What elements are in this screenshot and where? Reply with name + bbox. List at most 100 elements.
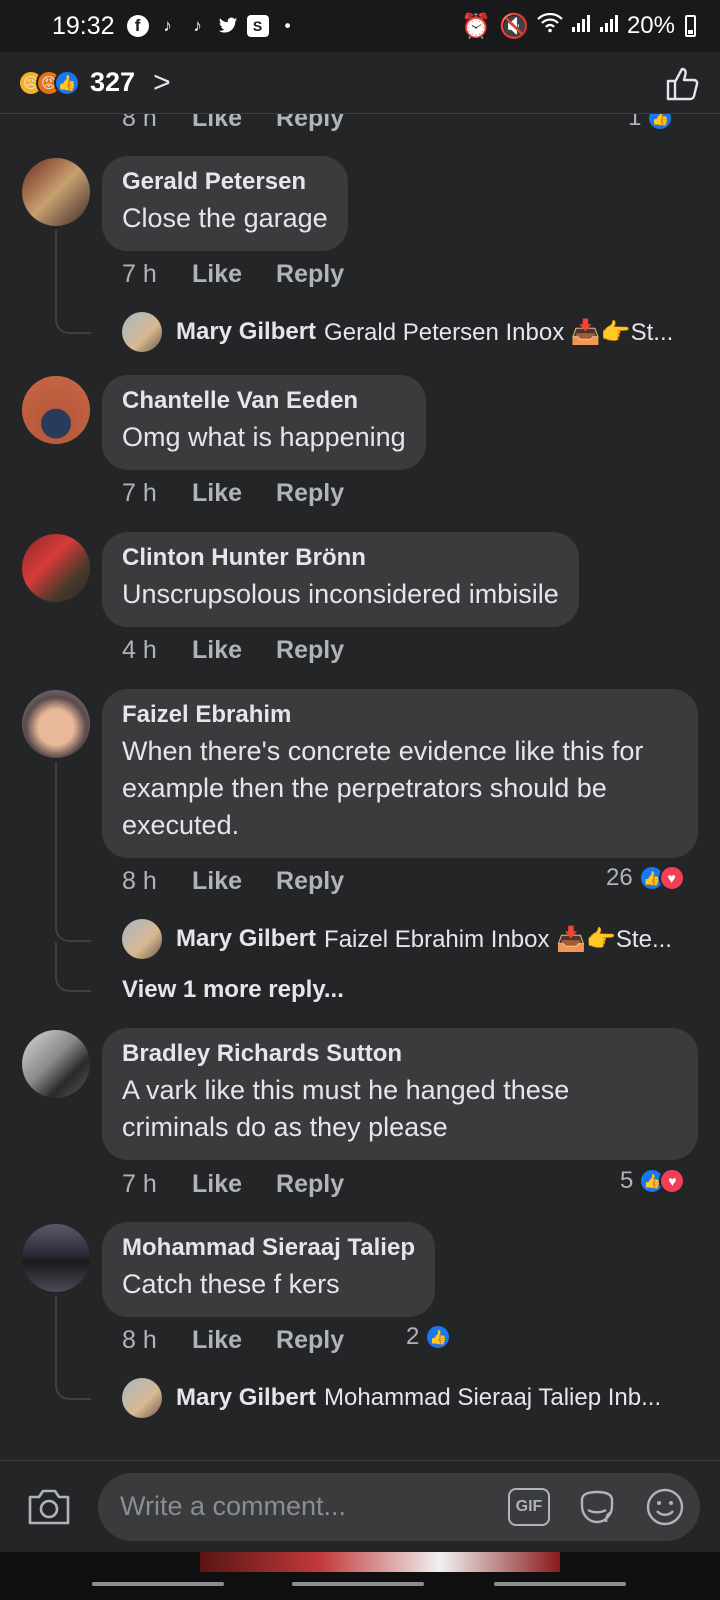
comment-placeholder: Write a comment... [120, 1491, 347, 1521]
reply-preview[interactable]: Mary Gilbert Faizel Ebrahim Inbox 📥👉Ste.… [122, 919, 672, 959]
comment-meta: 8 h Like Reply [122, 867, 378, 896]
like-button[interactable]: Like [192, 114, 242, 133]
reply-button[interactable]: Reply [276, 636, 344, 665]
comment-meta: 8 h Like Reply [122, 1326, 378, 1355]
mute-icon: 🔇 [499, 12, 529, 40]
avatar[interactable] [22, 534, 90, 602]
thread-line [55, 942, 91, 992]
thread-line [55, 230, 91, 334]
input-icons: GIF [508, 1473, 686, 1541]
reply-button[interactable]: Reply [276, 1170, 344, 1199]
tiktok-icon: ♪ [193, 16, 202, 35]
like-button[interactable]: Like [192, 867, 242, 896]
recent-apps-button[interactable] [92, 1582, 224, 1586]
comment-time: 7 h [122, 479, 157, 507]
system-nav-bar [0, 1552, 720, 1600]
comment-author[interactable]: Clinton Hunter Brönn [122, 544, 559, 572]
comment-bubble[interactable]: Bradley Richards Sutton A vark like this… [102, 1028, 698, 1160]
status-time: 19:32 [52, 11, 115, 40]
love-reaction-icon: ♥ [658, 865, 685, 891]
thread-line [55, 762, 91, 942]
alarm-icon: ⏰ [461, 12, 492, 40]
reply-button[interactable]: Reply [276, 1326, 344, 1355]
emoji-icon[interactable] [644, 1486, 686, 1528]
reply-author[interactable]: Mary Gilbert [176, 318, 316, 346]
like-button[interactable]: Like [192, 479, 242, 508]
comment-bubble[interactable]: Faizel Ebrahim When there's concrete evi… [102, 689, 698, 858]
comment-text: Close the garage [122, 203, 328, 233]
reply-button[interactable]: Reply [276, 260, 344, 289]
comment-author[interactable]: Chantelle Van Eeden [122, 387, 406, 415]
reply-author[interactable]: Mary Gilbert [176, 925, 316, 953]
comment-text: When there's concrete evidence like this… [122, 736, 644, 840]
comments-feed[interactable]: 8 h Like Reply 1 👍 Gerald Petersen Close… [0, 114, 720, 1460]
view-more-replies[interactable]: View 1 more reply... [122, 976, 344, 1004]
background-image [200, 1552, 560, 1572]
avatar[interactable] [22, 690, 90, 758]
comment-author[interactable]: Bradley Richards Sutton [122, 1040, 678, 1068]
comment-time: 8 h [122, 114, 157, 132]
reply-button[interactable]: Reply [276, 114, 344, 133]
chevron-right-icon[interactable]: > [153, 66, 171, 100]
like-button[interactable]: Like [192, 1326, 242, 1355]
camera-icon[interactable] [26, 1487, 72, 1527]
reply-button[interactable]: Reply [276, 479, 344, 508]
reply-button[interactable]: Reply [276, 867, 344, 896]
like-reaction-icon: 👍 [54, 69, 80, 96]
like-button[interactable]: Like [192, 1170, 242, 1199]
tiktok-icon: ♪ [163, 16, 172, 35]
comment-bubble[interactable]: Gerald Petersen Close the garage [102, 156, 348, 251]
like-outline-icon[interactable] [662, 63, 702, 103]
signal-icon [571, 12, 591, 40]
comment-meta: 4 h Like Reply [122, 636, 378, 665]
comment-text: A vark like this must he hanged these cr… [122, 1075, 570, 1142]
battery-percent: 20% [626, 12, 675, 39]
reaction-count[interactable]: 5 👍 ♥ [620, 1167, 686, 1195]
comment-text: Omg what is happening [122, 422, 406, 452]
home-button[interactable] [292, 1582, 424, 1586]
wifi-icon [537, 12, 563, 40]
comment-author[interactable]: Faizel Ebrahim [122, 701, 678, 729]
status-right: ⏰ 🔇 20% [461, 12, 696, 41]
reaction-count[interactable]: 1 👍 [628, 114, 674, 132]
avatar [122, 919, 162, 959]
comment-time: 8 h [122, 867, 157, 895]
reply-preview[interactable]: Mary Gilbert Gerald Petersen Inbox 📥👉St.… [122, 312, 673, 352]
facebook-icon: f [126, 15, 149, 37]
gif-button[interactable]: GIF [508, 1487, 550, 1526]
notification-icons: f ♪ ♪ S • [126, 15, 299, 37]
reactions-header[interactable]: 😥 😡 👍 327 > [0, 52, 720, 114]
reply-text: Mohammad Sieraaj Taliep Inb... [324, 1384, 662, 1411]
avatar[interactable] [22, 1030, 90, 1098]
comment-time: 4 h [122, 636, 157, 664]
status-bar: 19:32 f ♪ ♪ S • ⏰ 🔇 20% [0, 0, 720, 52]
comment-bubble[interactable]: Clinton Hunter Brönn Unscrupsolous incon… [102, 532, 579, 627]
twitter-icon [217, 15, 239, 37]
comment-bubble[interactable]: Chantelle Van Eeden Omg what is happenin… [102, 375, 426, 470]
comment-time: 7 h [122, 260, 157, 288]
reply-author[interactable]: Mary Gilbert [176, 1384, 316, 1412]
like-button[interactable]: Like [192, 260, 242, 289]
reaction-count[interactable]: 2 👍 [406, 1323, 452, 1351]
love-reaction-icon: ♥ [659, 1168, 686, 1194]
comment-author[interactable]: Gerald Petersen [122, 168, 328, 196]
comment-meta: 8 h Like Reply [122, 114, 378, 133]
reply-preview[interactable]: Mary Gilbert Mohammad Sieraaj Taliep Inb… [122, 1378, 661, 1418]
like-button[interactable]: Like [192, 636, 242, 665]
comment-text: Catch these f kers [122, 1269, 340, 1299]
avatar [122, 1378, 162, 1418]
comment-input[interactable]: Write a comment... GIF [98, 1472, 700, 1541]
back-button[interactable] [494, 1582, 626, 1586]
battery-icon [685, 15, 696, 37]
reaction-count[interactable]: 327 [90, 67, 135, 98]
thread-line [55, 1296, 91, 1400]
sticker-icon[interactable] [576, 1486, 618, 1528]
avatar[interactable] [22, 1224, 90, 1292]
comment-composer: Write a comment... GIF [0, 1460, 720, 1552]
like-reaction-icon: 👍 [647, 114, 674, 131]
comment-author[interactable]: Mohammad Sieraaj Taliep [122, 1234, 415, 1262]
reaction-count[interactable]: 26 👍 ♥ [606, 864, 685, 892]
comment-bubble[interactable]: Mohammad Sieraaj Taliep Catch these f ke… [102, 1222, 435, 1317]
avatar[interactable] [22, 158, 90, 226]
avatar[interactable] [22, 376, 90, 444]
